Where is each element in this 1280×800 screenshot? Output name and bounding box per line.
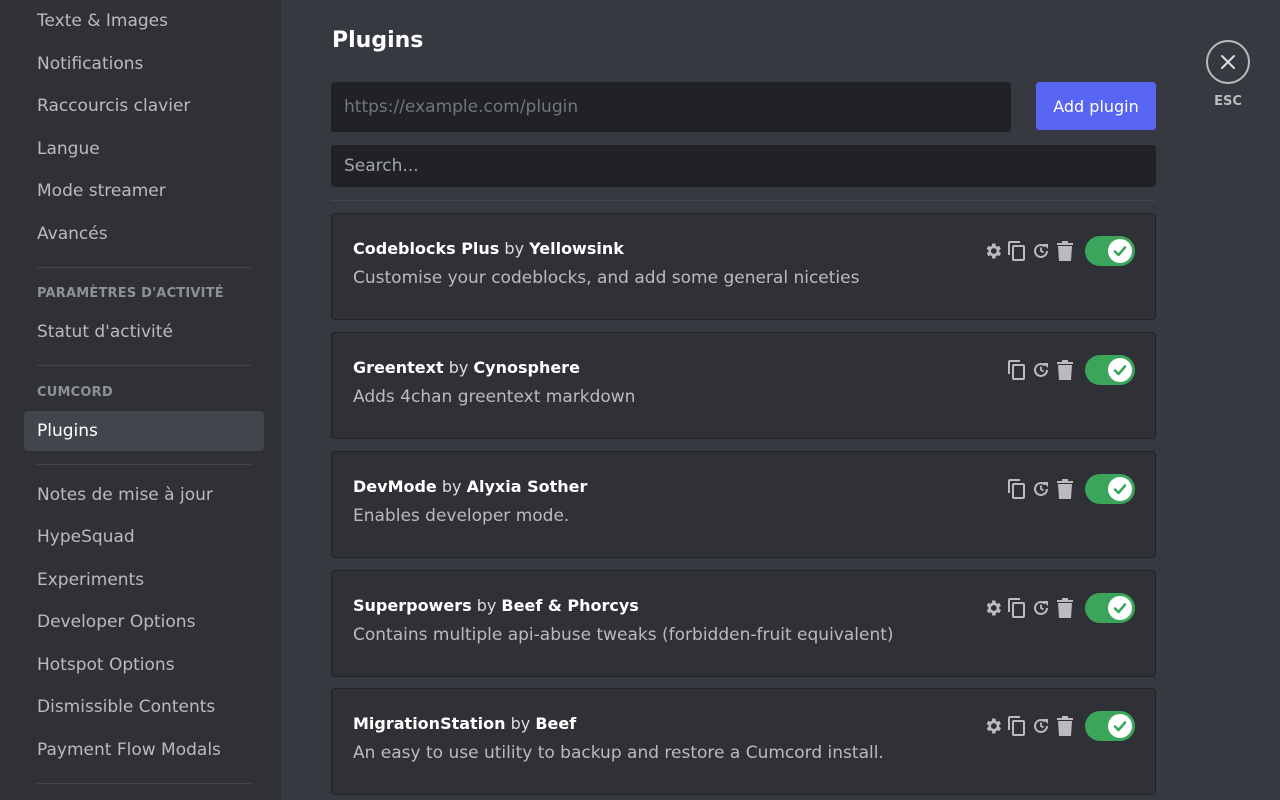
sidebar-item-payment-flow-modals[interactable]: Payment Flow Modals — [24, 730, 264, 770]
plugin-actions — [983, 236, 1135, 266]
plugin-description: Enables developer mode. — [353, 506, 570, 526]
plugin-description: Adds 4chan greentext markdown — [353, 387, 636, 407]
reload-icon[interactable] — [1031, 597, 1051, 619]
plugin-author: Cynosphere — [473, 358, 580, 377]
trash-icon[interactable] — [1055, 359, 1075, 381]
add-plugin-button[interactable]: Add plugin — [1036, 82, 1156, 130]
copy-icon[interactable] — [1007, 478, 1027, 500]
plugin-card: DevMode by Alyxia Sother Enables develope… — [331, 451, 1156, 558]
plugin-card: Greentext by Cynosphere Adds 4chan greent… — [331, 332, 1156, 439]
reload-icon[interactable] — [1031, 240, 1051, 262]
plugin-card: Codeblocks Plus by Yellowsink Customise y… — [331, 213, 1156, 320]
copy-icon[interactable] — [1007, 597, 1027, 619]
by-label: by — [448, 358, 469, 377]
plugin-author: Beef — [535, 714, 577, 733]
check-icon — [1108, 358, 1132, 382]
sidebar-item-hotspot-options[interactable]: Hotspot Options — [24, 645, 264, 685]
plugin-enable-toggle[interactable] — [1085, 474, 1135, 504]
sidebar-item-texte-images[interactable]: Texte & Images — [24, 1, 264, 41]
trash-icon[interactable] — [1055, 715, 1075, 737]
sidebar-item-experiments[interactable]: Experiments — [24, 560, 264, 600]
plugin-description: An easy to use utility to backup and res… — [353, 743, 884, 763]
by-label: by — [504, 239, 525, 258]
settings-sidebar: Texte & Images Notifications Raccourcis … — [0, 0, 281, 800]
sidebar-item-plugins[interactable]: Plugins — [24, 411, 264, 451]
close-button[interactable] — [1206, 40, 1250, 84]
check-icon — [1108, 714, 1132, 738]
plugin-author: Yellowsink — [529, 239, 624, 258]
plugin-name: Codeblocks Plus — [353, 239, 500, 258]
close-control: ESC — [1206, 40, 1250, 109]
page-title: Plugins — [332, 28, 424, 53]
sidebar-item-raccourcis-clavier[interactable]: Raccourcis clavier — [24, 86, 264, 126]
reload-icon[interactable] — [1031, 715, 1051, 737]
trash-icon[interactable] — [1055, 597, 1075, 619]
plugin-name: Superpowers — [353, 596, 472, 615]
copy-icon[interactable] — [1007, 359, 1027, 381]
plugin-card: MigrationStation by Beef An easy to use u… — [331, 688, 1156, 795]
plugin-search-input[interactable] — [331, 145, 1156, 187]
sidebar-header-activity: PARAMÈTRES D'ACTIVITÉ — [37, 286, 224, 301]
sidebar-divider — [37, 267, 251, 268]
reload-icon[interactable] — [1031, 359, 1051, 381]
settings-app: Texte & Images Notifications Raccourcis … — [0, 0, 1280, 800]
sidebar-item-langue[interactable]: Langue — [24, 129, 264, 169]
plugin-title: Greentext by Cynosphere — [353, 358, 580, 377]
list-divider — [331, 200, 1156, 201]
check-icon — [1108, 596, 1132, 620]
plugin-title: MigrationStation by Beef — [353, 714, 576, 733]
plugin-author: Alyxia Sother — [466, 477, 588, 496]
plugin-card: Superpowers by Beef & Phorcys Contains mu… — [331, 570, 1156, 677]
plugin-enable-toggle[interactable] — [1085, 355, 1135, 385]
plugin-enable-toggle[interactable] — [1085, 711, 1135, 741]
check-icon — [1108, 477, 1132, 501]
plugin-author: Beef & Phorcys — [501, 596, 639, 615]
sidebar-item-mode-streamer[interactable]: Mode streamer — [24, 171, 264, 211]
by-label: by — [510, 714, 531, 733]
plugin-title: Superpowers by Beef & Phorcys — [353, 596, 639, 615]
sidebar-item-developer-options[interactable]: Developer Options — [24, 602, 264, 642]
close-icon — [1221, 55, 1235, 69]
plugin-actions — [983, 711, 1135, 741]
sidebar-header-cumcord: CUMCORD — [37, 385, 113, 400]
gear-icon[interactable] — [983, 597, 1003, 619]
gear-icon[interactable] — [983, 240, 1003, 262]
gear-icon[interactable] — [983, 715, 1003, 737]
plugin-title: Codeblocks Plus by Yellowsink — [353, 239, 624, 258]
sidebar-item-dismissible-contents[interactable]: Dismissible Contents — [24, 687, 264, 727]
plugin-title: DevMode by Alyxia Sother — [353, 477, 587, 496]
reload-icon[interactable] — [1031, 478, 1051, 500]
plugin-enable-toggle[interactable] — [1085, 236, 1135, 266]
sidebar-item-notifications[interactable]: Notifications — [24, 44, 264, 84]
sidebar-item-notes-mise-a-jour[interactable]: Notes de mise à jour — [24, 475, 264, 515]
by-label: by — [476, 596, 497, 615]
trash-icon[interactable] — [1055, 478, 1075, 500]
plugin-enable-toggle[interactable] — [1085, 593, 1135, 623]
sidebar-divider — [37, 783, 251, 784]
plugin-actions — [1007, 474, 1135, 504]
plugin-name: MigrationStation — [353, 714, 506, 733]
plugin-name: DevMode — [353, 477, 437, 496]
plugin-name: Greentext — [353, 358, 444, 377]
esc-label: ESC — [1214, 94, 1242, 109]
sidebar-divider — [37, 365, 251, 366]
copy-icon[interactable] — [1007, 715, 1027, 737]
plugin-actions — [983, 593, 1135, 623]
sidebar-divider — [37, 464, 251, 465]
trash-icon[interactable] — [1055, 240, 1075, 262]
plugins-page: Plugins Add plugin Codeblocks Plus by Ye… — [281, 0, 1280, 800]
plugin-url-input[interactable] — [331, 82, 1011, 132]
sidebar-item-avances[interactable]: Avancés — [24, 214, 264, 254]
plugin-description: Contains multiple api-abuse tweaks (forb… — [353, 625, 894, 645]
copy-icon[interactable] — [1007, 240, 1027, 262]
plugin-description: Customise your codeblocks, and add some … — [353, 268, 860, 288]
sidebar-item-statut-activite[interactable]: Statut d'activité — [24, 312, 264, 352]
sidebar-item-hypesquad[interactable]: HypeSquad — [24, 517, 264, 557]
by-label: by — [441, 477, 462, 496]
check-icon — [1108, 239, 1132, 263]
plugin-actions — [1007, 355, 1135, 385]
